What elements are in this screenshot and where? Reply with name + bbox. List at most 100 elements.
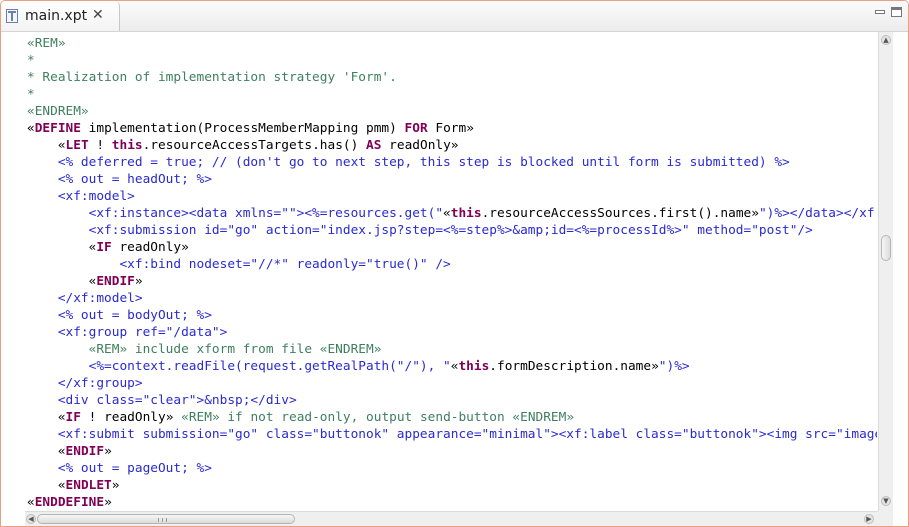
code-line[interactable]: «REM» include xform from file «ENDREM» [27, 341, 877, 358]
code-line[interactable]: </xf:model> [27, 290, 877, 307]
editor-tab-bar: main.xpt ✕ [1, 1, 908, 32]
code-token: « [27, 444, 66, 459]
code-token: « [27, 240, 97, 255]
code-line[interactable]: <% out = headOut; %> [27, 171, 877, 188]
code-token: * [27, 87, 35, 102]
code-token: .resourceAccessTargets.has() [142, 138, 367, 153]
code-token: » [104, 444, 112, 459]
code-token: DEFINE [34, 121, 81, 136]
horizontal-scrollbar[interactable]: ◀ ▶ [25, 511, 878, 526]
code-line[interactable]: «ENDIF» [27, 273, 877, 290]
code-line[interactable]: <% out = pageOut; %> [27, 460, 877, 477]
code-line[interactable]: <xf:instance><data xmlns=""><%=resources… [27, 205, 877, 222]
code-line[interactable]: <%=context.readFile(request.getRealPath(… [27, 358, 877, 375]
scroll-left-icon[interactable]: ◀ [26, 514, 36, 524]
code-token: » [134, 274, 143, 289]
code-token: ENDIF [65, 444, 105, 459]
code-line[interactable]: <% out = bodyOut; %> [27, 307, 877, 324]
code-token: * Realization of implementation strategy… [27, 70, 397, 85]
code-token: readOnly» [381, 138, 459, 153]
scroll-down-icon[interactable]: ▼ [881, 496, 891, 506]
code-token: <xf:instance><data xmlns=""><%=resources… [27, 206, 444, 221]
code-token: AS [366, 138, 382, 153]
editor-window: main.xpt ✕ «REM» * * Realization of implem… [0, 0, 909, 527]
code-token: .formDescription.name» [489, 359, 659, 374]
code-token: <% out = headOut; %> [27, 172, 212, 187]
code-token: » [111, 478, 120, 493]
minimize-icon[interactable] [875, 10, 885, 14]
code-line[interactable]: <xf:group ref="/data"> [27, 324, 877, 341]
code-line[interactable]: «ENDIF» [27, 443, 877, 460]
code-line[interactable]: <xf:submit submission="go" class="button… [27, 426, 877, 443]
code-token: </xf:model> [27, 291, 143, 306]
code-line[interactable]: <xf:model> [27, 188, 877, 205]
tab-label: main.xpt [25, 8, 88, 24]
code-token: ENDDEFINE [34, 495, 105, 509]
code-token: FOR [404, 121, 428, 136]
code-token: LET [65, 138, 89, 153]
code-token: <xf:submit submission="go" class="button… [57, 427, 877, 442]
code-token: <xf:group ref="/data"> [27, 325, 228, 340]
code-token: » [104, 495, 112, 509]
code-line[interactable]: «IF readOnly» [27, 239, 877, 256]
code-line[interactable]: «ENDREM» [27, 103, 877, 120]
code-token: this [458, 359, 490, 374]
code-line[interactable]: «DEFINE implementation(ProcessMemberMapp… [27, 120, 877, 137]
code-token: <% deferred = true; // (don't go to next… [27, 155, 790, 170]
code-token: «ENDREM» [27, 104, 89, 119]
code-token: « [27, 274, 97, 289]
code-token: « [27, 138, 66, 153]
code-token: « [27, 478, 66, 493]
code-token: <%=context.readFile(request.getRealPath(… [27, 359, 451, 374]
scroll-up-icon[interactable]: ▲ [881, 35, 891, 45]
close-icon[interactable]: ✕ [92, 7, 104, 23]
code-token: ! readOnly» [80, 410, 182, 425]
code-line[interactable]: <xf:bind nodeset="//*" readonly="true()"… [27, 256, 877, 273]
code-token: ENDLET [65, 478, 112, 493]
code-token: this [450, 206, 482, 221]
code-token: Form» [427, 121, 474, 136]
code-line[interactable]: «IF ! readOnly» «REM» if not read-only, … [27, 409, 877, 426]
code-token: IF [96, 240, 112, 255]
code-token: <% out = pageOut; %> [27, 461, 212, 476]
code-token: ")%> [658, 359, 690, 374]
horizontal-scroll-thumb[interactable] [37, 514, 295, 524]
code-token: <xf:bind nodeset="//*" readonly="true()"… [27, 257, 451, 272]
code-line[interactable]: «ENDDEFINE» [27, 494, 877, 509]
code-line[interactable]: «LET ! this.resourceAccessTargets.has() … [27, 137, 877, 154]
code-line[interactable]: <xf:submission id="go" action="index.jsp… [27, 222, 877, 239]
code-token: <xf:model> [27, 189, 135, 204]
code-token: <div class="clear">&nbsp;</div> [27, 393, 297, 408]
code-token: ")%></data></xf:instance> [758, 206, 877, 221]
code-line[interactable]: <% deferred = true; // (don't go to next… [27, 154, 877, 171]
template-file-icon [6, 9, 18, 23]
code-token: «REM» [27, 36, 66, 51]
code-line[interactable]: </xf:group> [27, 375, 877, 392]
tab-main-xpt[interactable]: main.xpt ✕ [1, 1, 120, 31]
code-token: «REM» include xform from file «ENDREM» [27, 342, 382, 357]
code-line[interactable]: «REM» [27, 35, 877, 52]
code-token: « [27, 495, 35, 509]
scroll-right-icon[interactable]: ▶ [864, 514, 874, 524]
code-line[interactable]: * Realization of implementation strategy… [27, 69, 877, 86]
scrollbar-corner [878, 511, 893, 526]
code-token: this [111, 138, 143, 153]
code-line[interactable]: * [27, 52, 877, 69]
left-ruler [1, 32, 25, 511]
vertical-scroll-thumb[interactable] [881, 235, 891, 261]
code-line[interactable]: <div class="clear">&nbsp;</div> [27, 392, 877, 409]
code-token: .resourceAccessSources.first().name» [481, 206, 759, 221]
code-token: IF [65, 410, 81, 425]
code-line[interactable]: * [27, 86, 877, 103]
code-token: « [27, 121, 35, 136]
code-token: <xf:submission id="go" action="index.jsp… [27, 223, 813, 238]
code-token: ENDIF [96, 274, 135, 289]
code-token: implementation(ProcessMemberMapping pmm) [80, 121, 405, 136]
code-text-area[interactable]: «REM» * * Realization of implementation st… [27, 35, 877, 509]
code-token: readOnly» [111, 240, 189, 255]
vertical-scrollbar[interactable]: ▲ ▼ [878, 32, 893, 511]
code-editor[interactable]: «REM» * * Realization of implementation st… [1, 32, 908, 526]
code-token: <% out = bodyOut; %> [27, 308, 212, 323]
code-line[interactable]: «ENDLET» [27, 477, 877, 494]
maximize-icon[interactable] [891, 7, 902, 17]
